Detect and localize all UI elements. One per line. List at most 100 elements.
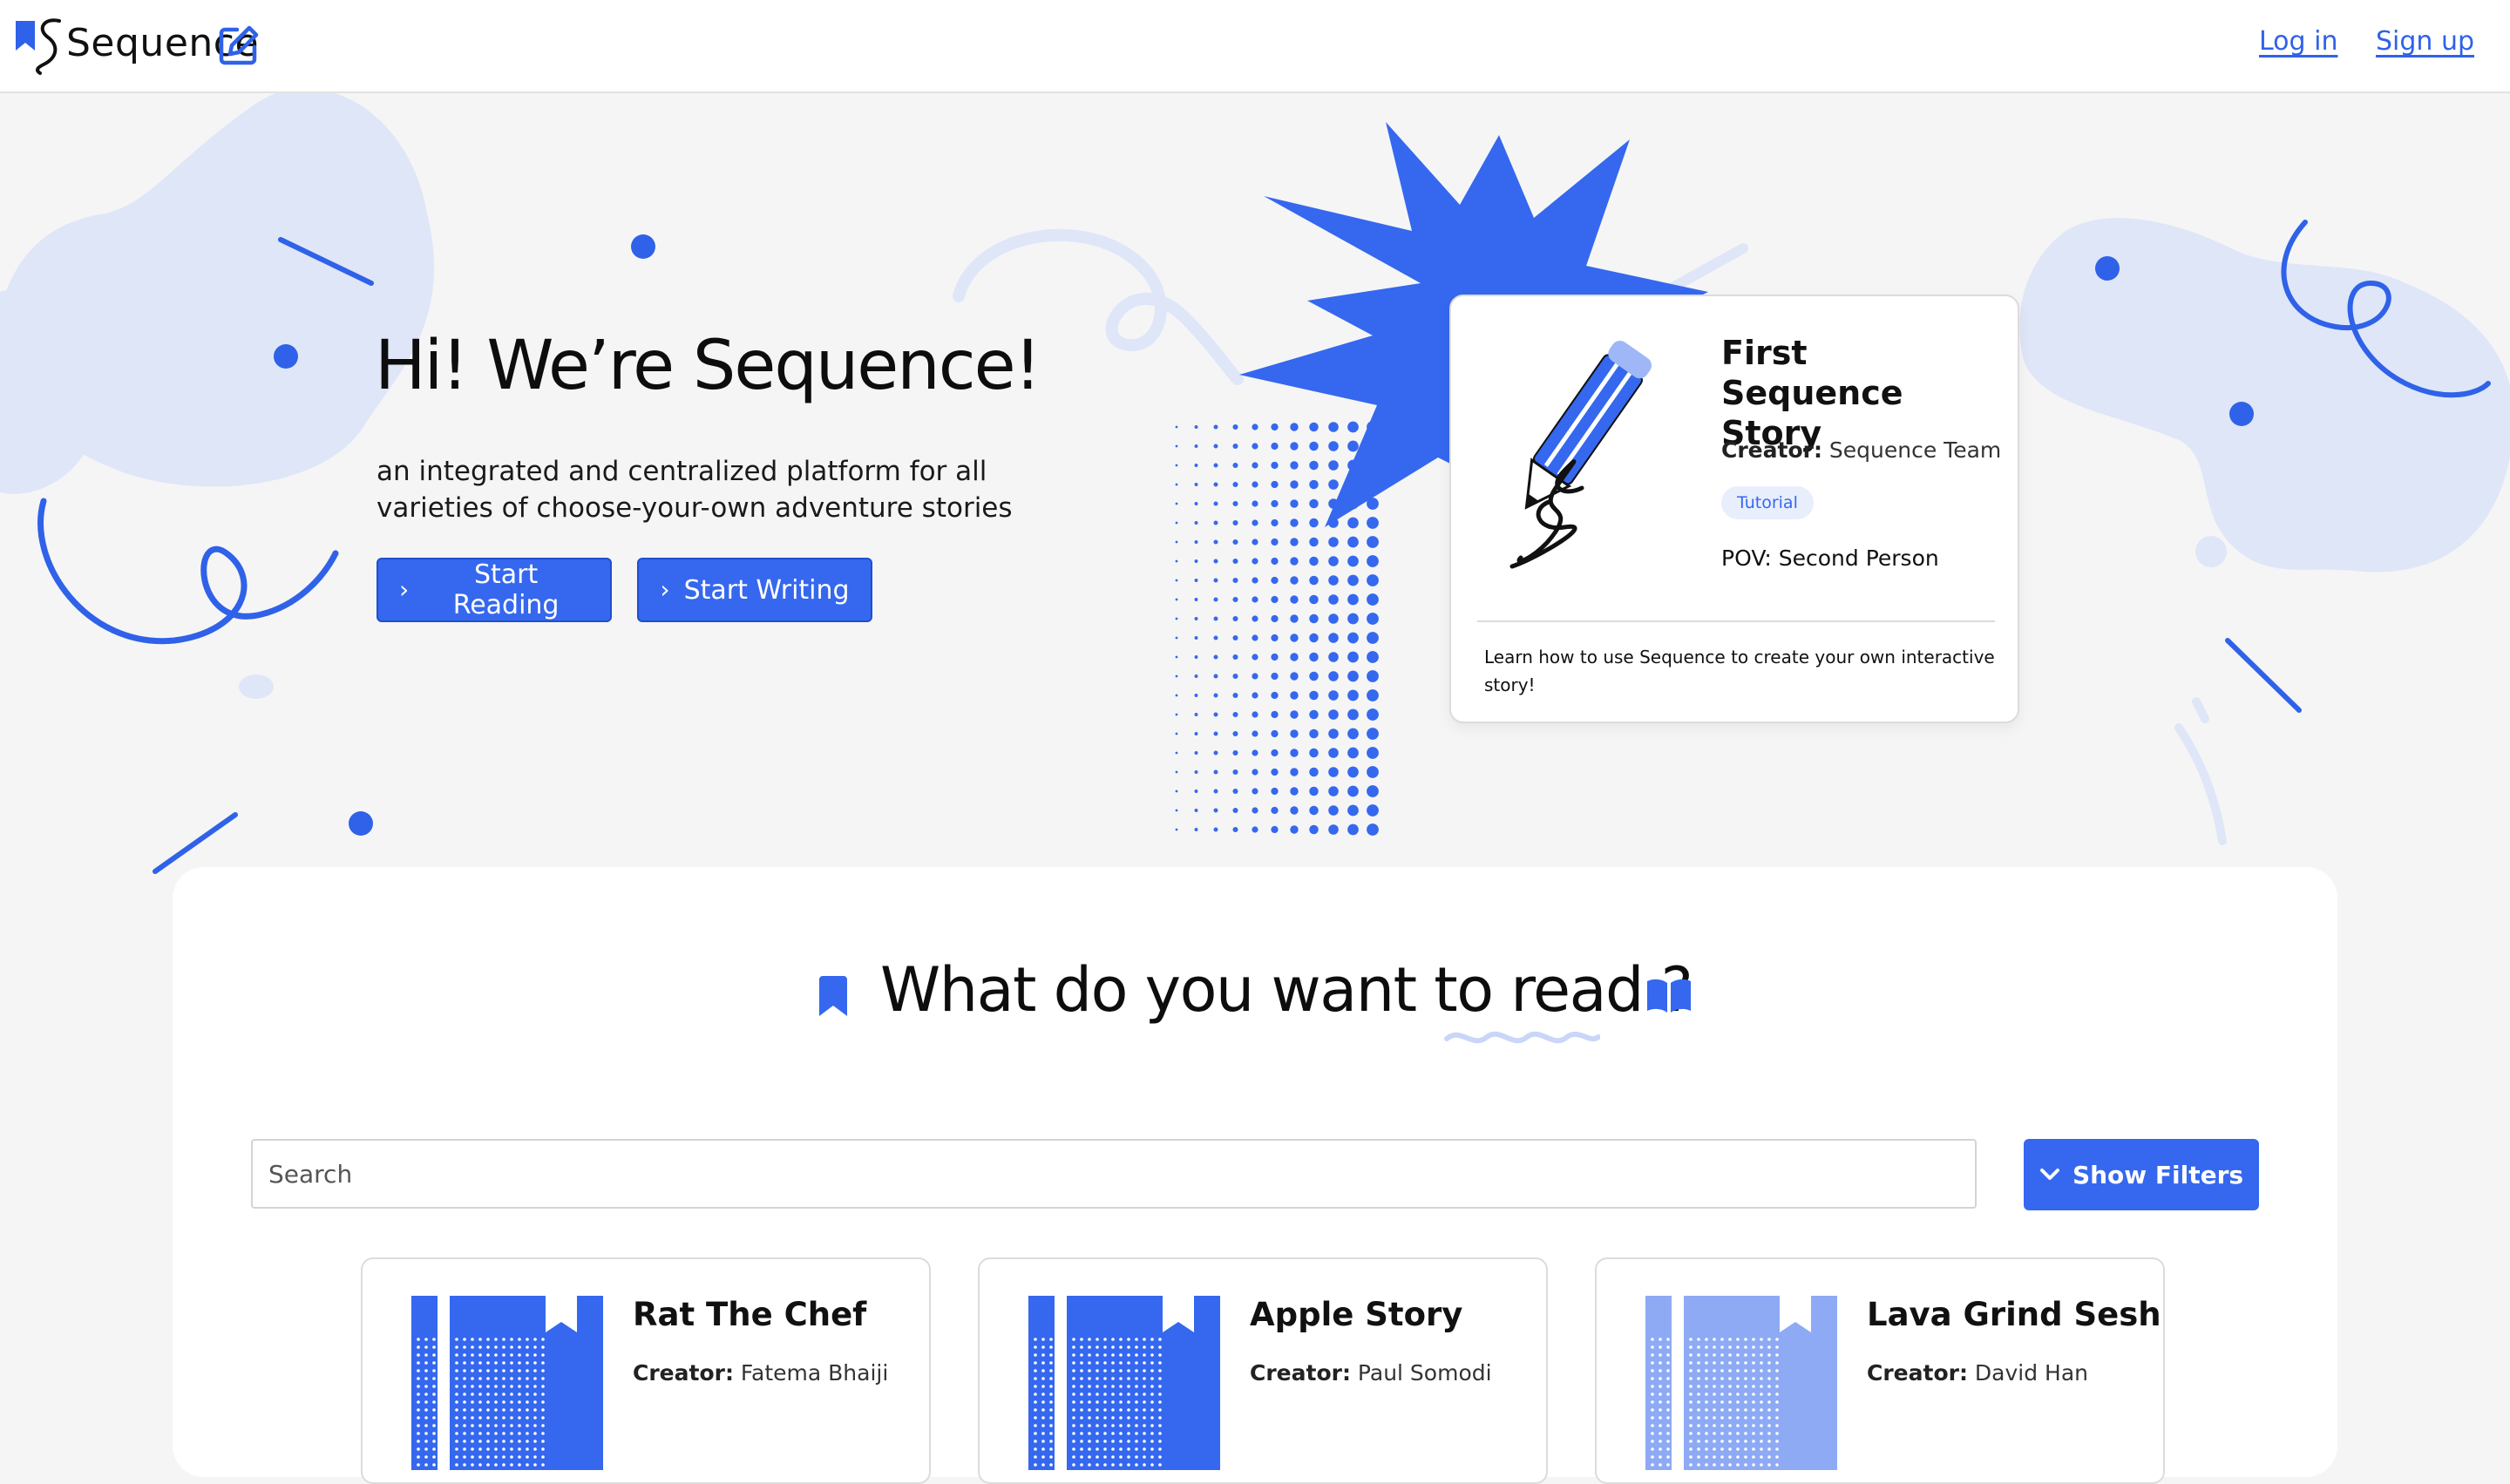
halftone-dot [1367,517,1379,529]
cover-dot [1143,1361,1146,1365]
cover-dot [424,1400,428,1404]
halftone-dot [1290,480,1299,489]
halftone-dot [1367,613,1379,625]
cover-dot [463,1424,466,1427]
cover-dot [1720,1447,1724,1451]
start-writing-button[interactable]: › Start Writing [637,558,872,622]
cover-dot [1752,1424,1755,1427]
cover-dot [494,1447,498,1451]
cover-dot [502,1369,505,1372]
cover-dot [1720,1353,1724,1357]
cover-dot [1111,1353,1115,1357]
section-title: What do you want to read ? [880,954,1693,1026]
signup-link[interactable]: Sign up [2376,26,2474,57]
cover-dot [1096,1463,1099,1467]
cover-dot [455,1447,458,1451]
cover-dot [541,1447,545,1451]
cover-dot [471,1440,474,1443]
creator-name: Fatema Bhaiji [740,1360,889,1386]
story-card[interactable]: Lava Grind Sesh Creator: David Han [1595,1257,2165,1484]
cover-dot [1143,1393,1146,1396]
cover-dot [1744,1455,1747,1459]
cover-dot [1720,1338,1724,1341]
cover-dot [1041,1361,1045,1365]
cover-dot [1150,1400,1154,1404]
cover-dot [526,1369,529,1372]
start-reading-button[interactable]: › Start Reading [376,558,612,622]
cover-dot [541,1377,545,1380]
halftone-dot [1175,483,1178,486]
story-creator: Creator: David Han [1867,1360,2088,1386]
cover-dot [1767,1377,1771,1380]
cover-dot [463,1416,466,1420]
cover-dot [510,1338,513,1341]
brand-logo[interactable]: Sequence [16,16,268,77]
edit-icon[interactable] [218,24,260,66]
halftone-dot [1252,577,1258,584]
cover-dot [1111,1369,1115,1372]
cover-dot [1049,1424,1053,1427]
cover-dot [1713,1338,1716,1341]
cover-dot [1119,1400,1123,1404]
cover-dot [471,1447,474,1451]
cover-dot [518,1416,521,1420]
cover-dot [1135,1455,1138,1459]
cover-dot [1744,1447,1747,1451]
cover-dot [541,1369,545,1372]
halftone-dot [1309,594,1319,605]
halftone-dot [1175,521,1178,525]
story-card[interactable]: Rat The Chef Creator: Fatema Bhaiji [361,1257,931,1484]
cover-dot [1080,1416,1083,1420]
cover-dot [1103,1377,1107,1380]
halftone-dot [1194,483,1198,486]
cover-dot [1135,1424,1138,1427]
cover-dot [1659,1369,1662,1372]
halftone-dot [1194,598,1198,601]
cover-dot [1666,1455,1670,1459]
cover-dot [1744,1440,1747,1443]
halftone-dot [1232,424,1238,430]
login-link[interactable]: Log in [2259,26,2337,57]
cover-dot [541,1361,545,1365]
cover-dot [1705,1361,1708,1365]
show-filters-button[interactable]: Show Filters [2024,1139,2259,1210]
cover-dot [533,1385,537,1388]
story-card[interactable]: Apple Story Creator: Paul Somodi [978,1257,1548,1484]
cover-dot [1744,1432,1747,1435]
cover-dot [1034,1408,1037,1412]
cover-dot [1728,1385,1732,1388]
cover-dot [463,1447,466,1451]
cover-dot [1080,1393,1083,1396]
cover-dot [526,1353,529,1357]
book-cover-icon [411,1296,603,1470]
search-input[interactable] [251,1139,1977,1209]
cover-dot [1705,1338,1708,1341]
cover-dot [1775,1393,1779,1396]
cover-dot [1119,1361,1123,1365]
cover-dot [1752,1338,1755,1341]
cover-dot [533,1416,537,1420]
cover-dot [1119,1353,1123,1357]
cover-dot [1072,1353,1075,1357]
cover-dot [1143,1338,1146,1341]
featured-story-card[interactable]: First Sequence Story Creator: Sequence T… [1449,295,2019,723]
cover-dot [510,1455,513,1459]
cover-dot [1119,1440,1123,1443]
cover-dot [1752,1447,1755,1451]
cover-dot [526,1400,529,1404]
cover-dot [1760,1416,1763,1420]
cover-dot [1752,1393,1755,1396]
halftone-dot [1347,670,1359,682]
cover-dot [424,1338,428,1341]
halftone-dot [1290,614,1299,623]
cover-dot [1659,1361,1662,1365]
halftone-dot [1271,614,1279,623]
cover-dot [1744,1377,1747,1380]
halftone-dot [1213,597,1218,602]
cover-dot [1760,1440,1763,1443]
cover-dot [1072,1400,1075,1404]
cover-dot [1697,1338,1700,1341]
halftone-dot [1309,690,1319,701]
halftone-dot [1194,540,1198,544]
cover-dot [1135,1416,1138,1420]
